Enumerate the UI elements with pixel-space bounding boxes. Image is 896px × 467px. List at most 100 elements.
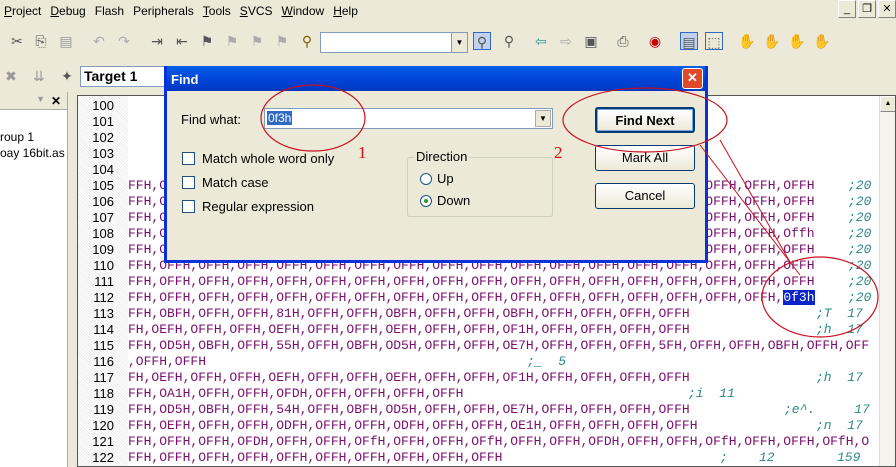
chevron-down-icon[interactable]: ▼ bbox=[535, 110, 551, 127]
code-line[interactable]: FFH,OD5H,OBFH,OFFH,55H,OFFH,OBFH,OD5H,OF… bbox=[128, 338, 869, 354]
code-line[interactable]: FFH,OFFH,OFFH,OFDH,OFFH,OFFH,OFfH,OFFH,O… bbox=[128, 434, 869, 450]
match-whole-word-checkbox[interactable] bbox=[182, 152, 195, 165]
redo-icon[interactable]: ↷ bbox=[115, 32, 133, 50]
close-dialog-button[interactable]: ✕ bbox=[682, 68, 703, 89]
tree-item-file[interactable]: oay 16bit.as bbox=[0, 146, 68, 160]
minimize-button[interactable]: _ bbox=[838, 0, 856, 18]
line-number: 103 bbox=[92, 146, 114, 161]
menu-help[interactable]: Help bbox=[333, 4, 358, 18]
tool2-icon[interactable]: ✋ bbox=[788, 32, 806, 50]
unindent-icon[interactable]: ⇤ bbox=[173, 32, 191, 50]
tool-icon[interactable]: ✋ bbox=[763, 32, 781, 50]
code-line[interactable]: FFH,OA1H,OFFH,OFFH,OFDH,OFFH,OFFH,OFFH,O… bbox=[128, 386, 463, 402]
config-icon[interactable]: ⬚ bbox=[705, 32, 723, 50]
code-line[interactable]: ,OFFH,OFFH bbox=[128, 354, 206, 370]
search-combo[interactable]: ▼ bbox=[320, 32, 468, 53]
indent-icon[interactable]: ⇥ bbox=[148, 32, 166, 50]
incremental-find-icon[interactable]: ⚲ bbox=[500, 32, 518, 50]
paste-icon[interactable]: ▤ bbox=[57, 32, 75, 50]
find-binoculars-icon[interactable]: ⚲ bbox=[473, 32, 491, 50]
find-next-button[interactable]: Find Next bbox=[595, 107, 695, 133]
browse-icon[interactable]: ▣ bbox=[582, 32, 600, 50]
back-arrow-icon[interactable]: ⇦ bbox=[532, 32, 550, 50]
code-line[interactable]: FFH,OFFH,OFFH,OFFH,OFFH,OFFH,OFFH,OFFH,O… bbox=[128, 274, 815, 290]
close-window-button[interactable]: ✕ bbox=[878, 0, 896, 18]
find-dialog: Find ✕ Find what: 0f3h ▼ Match whole word … bbox=[164, 66, 708, 263]
code-line[interactable]: FFH,OFFH,OFFH,OFFH,OFFH,OFFH,OFFH,OFFH,O… bbox=[128, 290, 815, 306]
code-comment: ;20 bbox=[848, 258, 872, 273]
code-comment: ;20 bbox=[848, 290, 872, 305]
code-comment: ;20 bbox=[848, 226, 872, 241]
code-line[interactable]: FFH,OFFH,OFFH,OFFH,OFFH,OFFH,OFFH,OFFH,O… bbox=[128, 450, 502, 466]
line-number: 112 bbox=[93, 290, 114, 305]
annotation-label-1: 1 bbox=[358, 143, 367, 162]
forward-arrow-icon[interactable]: ⇨ bbox=[557, 32, 575, 50]
vertical-scrollbar[interactable]: ▲ bbox=[879, 96, 895, 466]
menu-peripherals[interactable]: Peripherals bbox=[133, 4, 194, 18]
menu-window[interactable]: Window bbox=[282, 4, 325, 18]
match-case-checkbox[interactable] bbox=[182, 176, 195, 189]
close-icon[interactable]: ✕ bbox=[51, 94, 61, 108]
direction-group: Direction Up Down bbox=[407, 149, 553, 217]
match-whole-word-label: Match whole word only bbox=[202, 151, 335, 166]
menu-project[interactable]: Project bbox=[4, 4, 41, 18]
bookmark-icon[interactable]: ⚑ bbox=[198, 32, 216, 50]
cancel-button[interactable]: Cancel bbox=[595, 183, 695, 209]
clear-bookmarks-icon[interactable]: ⚑ bbox=[273, 32, 291, 50]
menu-debug[interactable]: Debug bbox=[50, 4, 85, 18]
find-in-files-icon[interactable]: ⚲ bbox=[298, 32, 316, 50]
code-text: FFH,OA1H,OFFH,OFFH,OFDH,OFFH,OFFH,OFFH,O… bbox=[128, 386, 464, 401]
code-comment: ;n 17 bbox=[816, 418, 863, 433]
copy-icon[interactable]: ⎘ bbox=[32, 32, 50, 50]
undo-icon[interactable]: ↶ bbox=[90, 32, 108, 50]
code-text: FFH,OFFH,OFFH,OFFH,OFFH,OFFH,OFFH,OFFH,O… bbox=[128, 290, 784, 305]
code-comment: ;20 bbox=[848, 210, 872, 225]
menu-svcs[interactable]: SVCS bbox=[240, 4, 273, 18]
regex-checkbox[interactable] bbox=[182, 200, 195, 213]
code-line[interactable]: FH,OEFH,OFFH,OFFH,OEFH,OFFH,OFFH,OEFH,OF… bbox=[128, 370, 690, 386]
hand-icon[interactable]: ✋ bbox=[738, 32, 756, 50]
build-icon[interactable]: ✖ bbox=[2, 67, 20, 85]
down-radio[interactable] bbox=[420, 195, 432, 207]
print-icon[interactable]: ⎙ bbox=[614, 32, 632, 50]
line-number: 121 bbox=[92, 434, 114, 449]
code-comment: ;20 bbox=[848, 242, 872, 257]
restore-button[interactable]: ❐ bbox=[858, 0, 876, 18]
menu-tools[interactable]: Tools bbox=[203, 4, 231, 18]
window-icon[interactable]: ▤ bbox=[680, 32, 698, 50]
match-case-label: Match case bbox=[202, 175, 269, 190]
menu-flash[interactable]: Flash bbox=[95, 4, 124, 18]
load-icon[interactable]: ⇊ bbox=[30, 67, 48, 85]
next-bookmark-icon[interactable]: ⚑ bbox=[223, 32, 241, 50]
up-radio[interactable] bbox=[420, 173, 432, 185]
code-line[interactable]: FFH,OBFH,OFFH,OFFH,81H,OFFH,OFFH,OBFH,OF… bbox=[128, 306, 690, 322]
code-comment: ;h 17 bbox=[816, 322, 863, 337]
cut-icon[interactable]: ✂ bbox=[8, 32, 26, 50]
dropdown-icon[interactable]: ▼ bbox=[36, 94, 45, 104]
down-label: Down bbox=[437, 193, 471, 208]
code-line[interactable]: FFH,OD5H,OBFH,OFFH,54H,OFFH,OBFH,OD5H,OF… bbox=[128, 402, 690, 418]
code-text: FH,OEFH,OFFH,OFFH,OEFH,OFFH,OFFH,OEFH,OF… bbox=[128, 370, 690, 385]
find-what-label: Find what: bbox=[181, 112, 241, 127]
dialog-title-bar: Find ✕ bbox=[167, 66, 705, 91]
code-comment: ;h 17 bbox=[816, 370, 863, 385]
code-text: FFH,OD5H,OBFH,OFFH,54H,OFFH,OBFH,OD5H,OF… bbox=[128, 402, 690, 417]
annotation-label-2: 2 bbox=[554, 143, 563, 162]
code-line[interactable]: FH,OEFH,OFFH,OFFH,OEFH,OFFH,OFFH,OEFH,OF… bbox=[128, 322, 690, 338]
magic-wand-icon[interactable]: ✦ bbox=[58, 67, 76, 85]
target-select[interactable]: Target 1 bbox=[80, 66, 170, 87]
debug-icon[interactable]: ◉ bbox=[646, 32, 664, 50]
prev-bookmark-icon[interactable]: ⚑ bbox=[248, 32, 266, 50]
code-comment: ;20 bbox=[848, 274, 872, 289]
code-text: FFH,OD5H,OBFH,OFFH,55H,OFFH,OBFH,OD5H,OF… bbox=[128, 338, 870, 353]
chevron-down-icon[interactable]: ▼ bbox=[451, 33, 467, 52]
code-line[interactable]: FFH,OEFH,OFFH,OFFH,ODFH,OFFH,OFFH,ODFH,O… bbox=[128, 418, 698, 434]
scroll-up-icon[interactable]: ▲ bbox=[880, 96, 895, 112]
direction-label: Direction bbox=[414, 149, 470, 164]
tool3-icon[interactable]: ✋ bbox=[813, 32, 831, 50]
line-number: 102 bbox=[92, 130, 114, 145]
mark-all-button[interactable]: Mark All bbox=[595, 145, 695, 171]
tree-item-group[interactable]: roup 1 bbox=[0, 130, 68, 144]
find-what-input[interactable]: 0f3h ▼ bbox=[264, 108, 553, 129]
line-number: 120 bbox=[92, 418, 114, 433]
